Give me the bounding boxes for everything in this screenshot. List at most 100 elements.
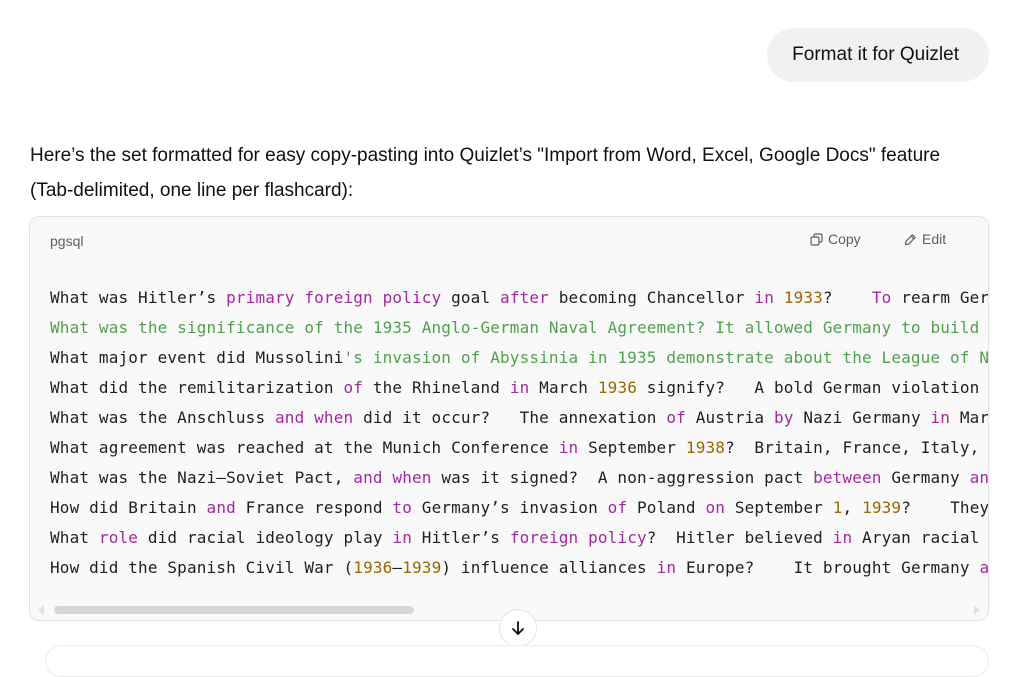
code-token: of [666, 408, 686, 427]
assistant-intro-line-1: Here’s the set formatted for easy copy-p… [30, 145, 941, 166]
code-token: in [392, 528, 412, 547]
scroll-left-arrow[interactable] [38, 605, 44, 615]
code-token: 1939 [402, 558, 442, 577]
message-composer[interactable] [45, 645, 989, 677]
code-token: To [871, 288, 892, 307]
code-token: in [754, 288, 774, 307]
code-token: , [842, 498, 863, 517]
code-token: did it occur? The annexation [353, 408, 667, 427]
code-token: Aryan racial su [862, 528, 980, 547]
copy-icon [810, 232, 823, 246]
code-line: How did Britain and France respond to Ge… [50, 493, 988, 523]
code-token: after [500, 288, 549, 307]
code-token: How did Britain [50, 498, 207, 517]
code-content[interactable]: What was Hitler’s primary foreign policy… [50, 283, 988, 593]
code-block: pgsql Copy Edit What was Hitler’s primar… [29, 216, 989, 621]
user-message-bubble: Format it for Quizlet [767, 28, 989, 82]
code-token: on [705, 498, 726, 517]
code-token: in [832, 528, 853, 547]
code-line: What was the significance of the 1935 An… [50, 313, 988, 343]
code-token: What was Hitler’s [50, 288, 227, 307]
scrollbar-thumb[interactable] [54, 606, 414, 614]
code-token: March [959, 408, 988, 427]
code-token: of [343, 378, 364, 397]
code-token: 1939 [862, 498, 902, 517]
code-token: in [656, 558, 677, 577]
code-token: foreign policy [509, 528, 647, 547]
code-token: What was the Nazi–Soviet Pact, [50, 468, 354, 487]
code-token: September [725, 498, 833, 517]
code-line: How did the Spanish Civil War (1936–1939… [50, 553, 988, 583]
code-line: What was the Nazi–Soviet Pact, and when … [50, 463, 988, 493]
scroll-right-arrow[interactable] [974, 605, 980, 615]
code-token: Germany [881, 468, 970, 487]
code-token: What was the Anschluss [50, 408, 276, 427]
code-token: of [607, 498, 628, 517]
code-token: ? Britain, France, Italy, [725, 438, 988, 457]
code-token: 1938 [685, 438, 726, 457]
copy-button[interactable]: Copy [810, 231, 861, 247]
edit-button[interactable]: Edit [904, 231, 946, 247]
code-block-header: pgsql Copy Edit [30, 217, 988, 265]
code-token: – [392, 558, 403, 577]
code-token: France respond [235, 498, 393, 517]
code-token: 1933 [783, 288, 823, 307]
code-token: and when [353, 468, 432, 487]
code-token: What agreement was reached at the Munich… [50, 438, 559, 457]
code-line: What was the Anschluss and when did it o… [50, 403, 988, 433]
code-line: What did the remilitarization of the Rhi… [50, 373, 988, 403]
code-token: What [50, 528, 99, 547]
code-token: the Rhineland [363, 378, 510, 397]
assistant-intro: Here’s the set formatted for easy copy-p… [30, 138, 1005, 208]
code-token: between [813, 468, 882, 487]
code-token: ? [822, 288, 872, 307]
code-token: becoming Chancellor [548, 288, 755, 307]
code-token: Hitler’s [412, 528, 510, 547]
code-token: by [773, 408, 794, 427]
code-token: in [558, 438, 579, 457]
code-token: and [969, 468, 988, 487]
code-token: ? Hitler believed [646, 528, 833, 547]
edit-button-label: Edit [922, 231, 947, 247]
code-token: and [206, 498, 236, 517]
code-token: in [930, 408, 951, 427]
code-token: What did the remilitarization [50, 378, 344, 397]
code-token: What major event did Mussolini [50, 348, 344, 367]
code-line: What was Hitler’s primary foreign policy… [50, 283, 988, 313]
code-token: primary foreign policy [226, 288, 442, 307]
code-token: role [98, 528, 139, 547]
scroll-to-bottom-button[interactable] [499, 609, 537, 647]
code-line: What major event did Mussolini's invasio… [50, 343, 988, 373]
code-token: was it signed? A non-aggression pact [431, 468, 814, 487]
code-token: What was the significance of the 1935 An… [50, 318, 988, 337]
code-token: did racial ideology play [138, 528, 393, 547]
assistant-intro-line-2: (Tab-delimited, one line per flashcard): [30, 180, 354, 201]
code-token: 1936 [353, 558, 393, 577]
code-token: goal [441, 288, 501, 307]
code-token: 's invasion of Abyssinia in 1935 demonst… [343, 348, 988, 367]
code-line: What agreement was reached at the Munich… [50, 433, 988, 463]
arrow-down-icon [512, 621, 524, 635]
code-token: Poland [627, 498, 706, 517]
code-token: ) influence alliances [441, 558, 657, 577]
code-token: and when [275, 408, 354, 427]
user-message-text: Format it for Quizlet [792, 44, 959, 65]
code-token: rearm Germa [901, 288, 988, 307]
code-token: in [509, 378, 530, 397]
code-token: and [979, 558, 988, 577]
code-token: 1 [832, 498, 843, 517]
code-token: How did the Spanish Civil War ( [50, 558, 354, 577]
code-token: ? They c [901, 498, 988, 517]
code-token: September [578, 438, 686, 457]
code-token: to [392, 498, 412, 517]
code-token: March [529, 378, 598, 397]
code-token: 1936 [597, 378, 638, 397]
code-line: What role did racial ideology play in Hi… [50, 523, 988, 553]
code-token: Nazi Germany [793, 408, 931, 427]
code-token: signify? A bold German violation [637, 378, 988, 397]
code-token: Europe? It brought Germany [676, 558, 980, 577]
pencil-icon [904, 233, 916, 245]
code-token: Germany’s invasion [412, 498, 608, 517]
code-token: Austria [685, 408, 774, 427]
